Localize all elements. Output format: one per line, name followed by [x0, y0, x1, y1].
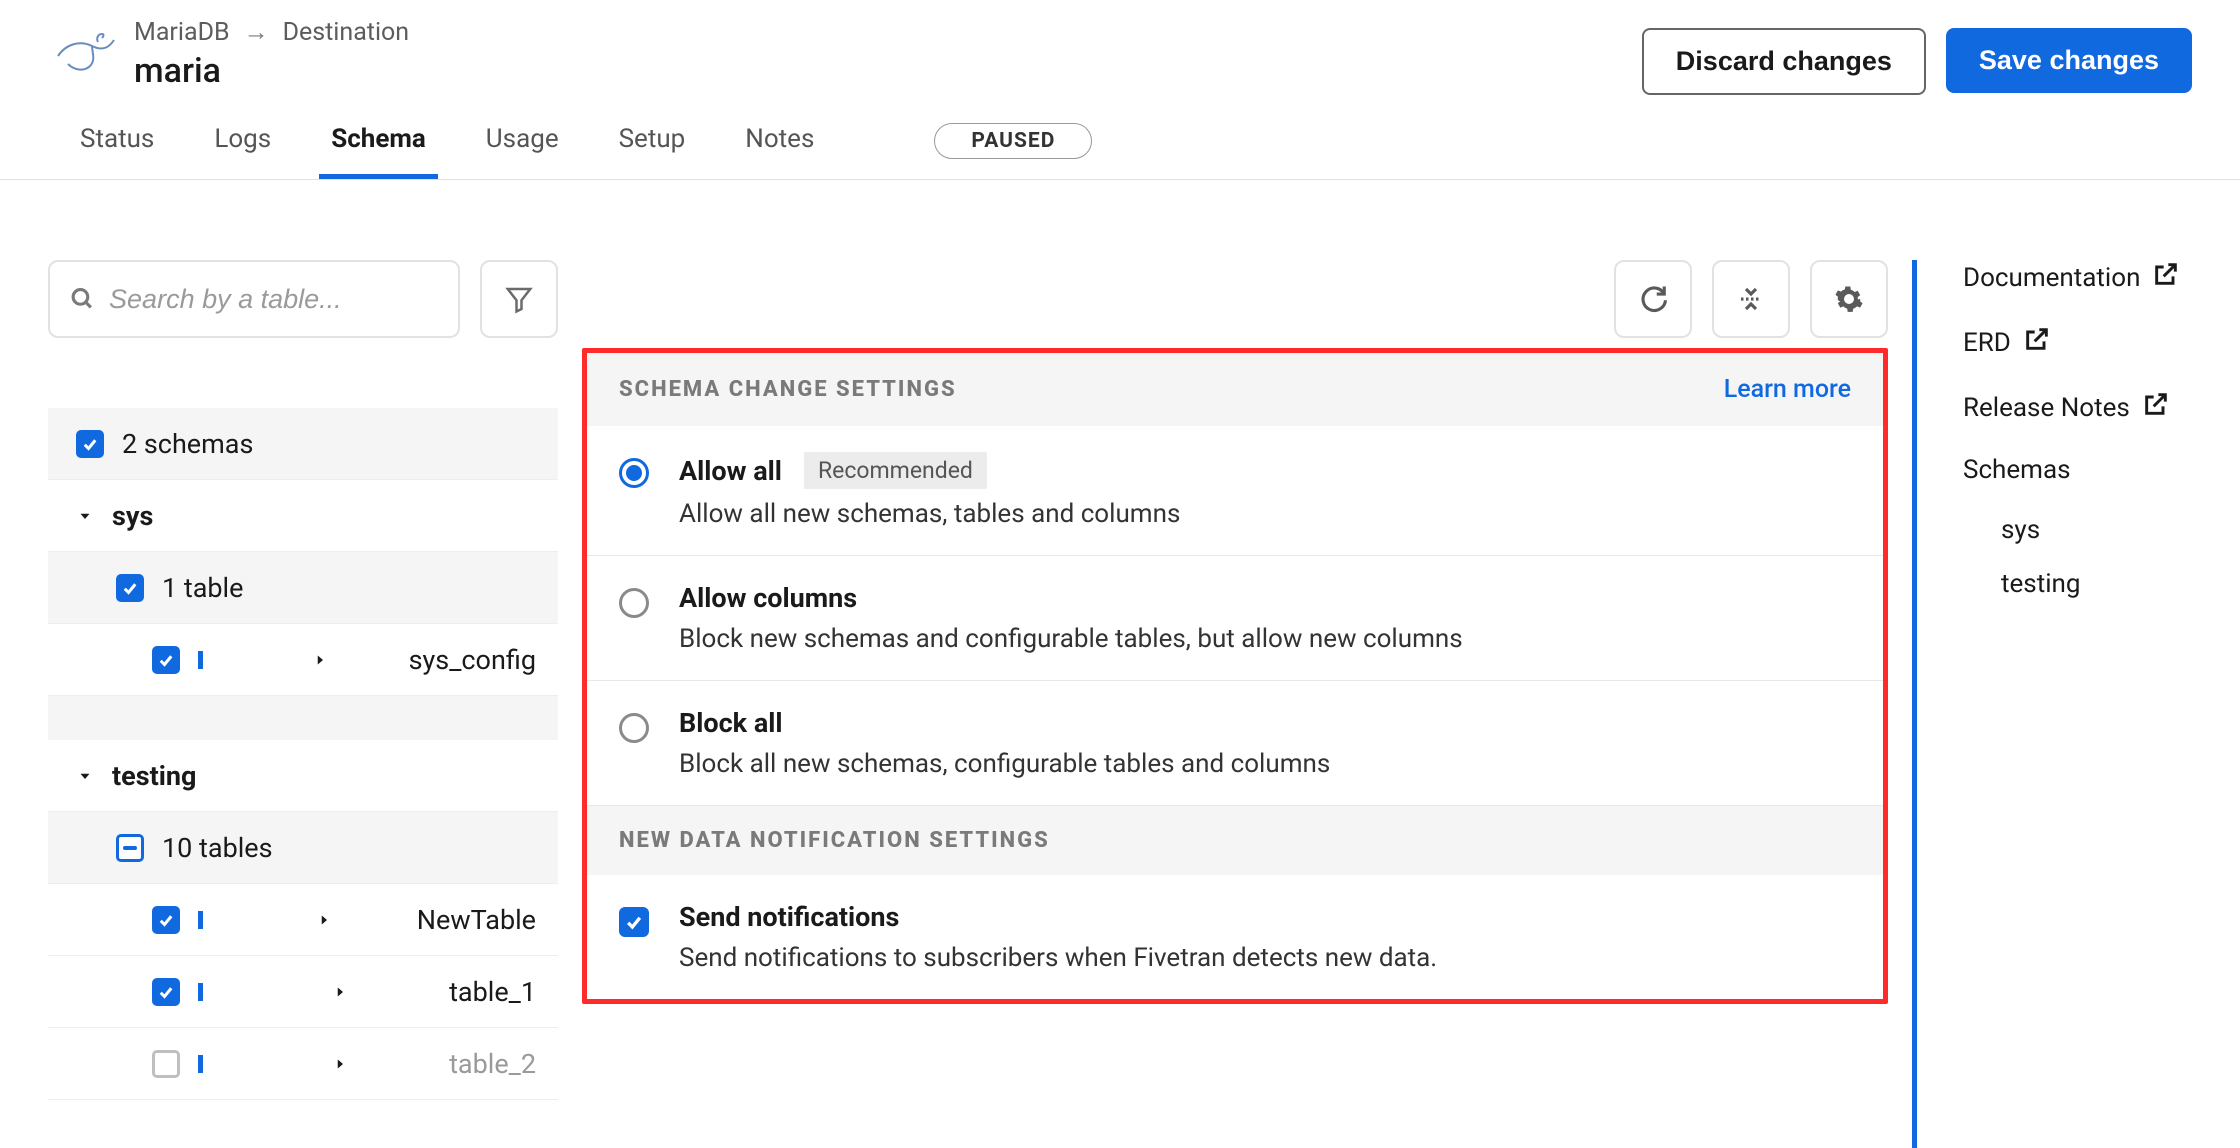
- table-row[interactable]: NewTable: [48, 884, 558, 956]
- option-allow-all[interactable]: Allow all Recommended Allow all new sche…: [587, 426, 1883, 556]
- checkbox-indeterminate-icon[interactable]: [116, 834, 144, 862]
- radio-icon[interactable]: [619, 458, 649, 488]
- tab-schema[interactable]: Schema: [331, 124, 426, 178]
- schema-name: sys: [112, 500, 153, 532]
- table-name: table_2: [449, 1048, 536, 1080]
- save-button[interactable]: Save changes: [1946, 28, 2192, 93]
- schema-row-sys[interactable]: sys: [48, 480, 558, 552]
- external-link-icon: [2152, 260, 2180, 295]
- table-count: 10 tables: [162, 832, 273, 864]
- learn-more-link[interactable]: Learn more: [1724, 375, 1851, 404]
- schema-link-testing[interactable]: testing: [2001, 569, 2192, 599]
- refresh-button[interactable]: [1614, 260, 1692, 338]
- tab-notes[interactable]: Notes: [745, 124, 814, 178]
- table-summary-sys[interactable]: 1 table: [48, 552, 558, 624]
- table-name: table_1: [449, 976, 536, 1008]
- breadcrumb-connector[interactable]: MariaDB: [134, 18, 230, 47]
- settings-panel: SCHEMA CHANGE SETTINGS Learn more Allow …: [582, 348, 1888, 1004]
- option-title: Block all: [679, 707, 783, 739]
- table-name: sys_config: [409, 644, 536, 676]
- right-sidebar: Documentation ERD Release Notes Schemas …: [1912, 260, 2192, 1148]
- gear-icon: [1834, 284, 1864, 314]
- schema-link-sys[interactable]: sys: [2001, 515, 2192, 545]
- caret-right-icon: [198, 911, 399, 929]
- tab-status[interactable]: Status: [80, 124, 154, 178]
- notification-option-title: Send notifications: [679, 901, 1437, 933]
- center-column: SCHEMA CHANGE SETTINGS Learn more Allow …: [582, 260, 1888, 1148]
- notification-option-desc: Send notifications to subscribers when F…: [679, 943, 1437, 973]
- link-label: Documentation: [1963, 263, 2140, 293]
- option-send-notifications[interactable]: Send notifications Send notifications to…: [587, 875, 1883, 999]
- notification-title: NEW DATA NOTIFICATION SETTINGS: [619, 828, 1050, 853]
- schemas-summary-row[interactable]: 2 schemas: [48, 408, 558, 480]
- caret-right-icon: [198, 1055, 431, 1073]
- checkbox-icon[interactable]: [619, 907, 649, 937]
- schema-row-testing[interactable]: testing: [48, 740, 558, 812]
- checkbox-icon[interactable]: [152, 978, 180, 1006]
- caret-down-icon: [76, 767, 94, 785]
- option-desc: Block all new schemas, configurable tabl…: [679, 749, 1330, 779]
- schemas-label: Schemas: [1963, 455, 2192, 485]
- schema-name: testing: [112, 760, 196, 792]
- tab-setup[interactable]: Setup: [619, 124, 686, 178]
- arrow-right-icon: →: [244, 18, 269, 47]
- caret-right-icon: [198, 983, 431, 1001]
- status-pill: PAUSED: [934, 123, 1092, 159]
- breadcrumb: MariaDB → Destination: [134, 18, 409, 47]
- header: MariaDB → Destination maria Discard chan…: [0, 0, 2240, 95]
- schema-tree-column: 2 schemas sys 1 table sys_config testing: [48, 260, 558, 1148]
- option-desc: Allow all new schemas, tables and column…: [679, 499, 1180, 529]
- tab-usage[interactable]: Usage: [486, 124, 559, 178]
- external-link-icon: [2142, 390, 2170, 425]
- breadcrumb-destination[interactable]: Destination: [283, 18, 410, 47]
- erd-link[interactable]: ERD: [1963, 325, 2192, 360]
- collapse-button[interactable]: [1712, 260, 1790, 338]
- checkbox-icon[interactable]: [152, 906, 180, 934]
- search-icon: [70, 285, 95, 313]
- caret-down-icon: [76, 507, 94, 525]
- external-link-icon: [2023, 325, 2051, 360]
- schema-change-header: SCHEMA CHANGE SETTINGS Learn more: [587, 353, 1883, 426]
- collapse-icon: [1736, 284, 1766, 314]
- release-notes-link[interactable]: Release Notes: [1963, 390, 2192, 425]
- checkbox-icon[interactable]: [116, 574, 144, 602]
- link-label: ERD: [1963, 328, 2011, 358]
- schemas-summary: 2 schemas: [122, 428, 253, 460]
- table-count: 1 table: [162, 572, 243, 604]
- spacer: [48, 696, 558, 740]
- tabs: Status Logs Schema Usage Setup Notes PAU…: [0, 95, 2240, 180]
- page-title: maria: [134, 51, 409, 91]
- table-row[interactable]: table_2: [48, 1028, 558, 1100]
- checkbox-icon[interactable]: [76, 430, 104, 458]
- checkbox-icon[interactable]: [152, 1050, 180, 1078]
- option-title: Allow all: [679, 455, 782, 487]
- tab-logs[interactable]: Logs: [214, 124, 271, 178]
- link-label: Release Notes: [1963, 393, 2130, 423]
- notification-header: NEW DATA NOTIFICATION SETTINGS: [587, 806, 1883, 875]
- documentation-link[interactable]: Documentation: [1963, 260, 2192, 295]
- filter-button[interactable]: [480, 260, 558, 338]
- table-row[interactable]: table_1: [48, 956, 558, 1028]
- refresh-icon: [1638, 284, 1668, 314]
- filter-icon: [504, 284, 534, 314]
- table-summary-testing[interactable]: 10 tables: [48, 812, 558, 884]
- caret-right-icon: [198, 651, 391, 669]
- radio-icon[interactable]: [619, 713, 649, 743]
- option-allow-columns[interactable]: Allow columns Block new schemas and conf…: [587, 556, 1883, 681]
- settings-button[interactable]: [1810, 260, 1888, 338]
- option-desc: Block new schemas and configurable table…: [679, 624, 1463, 654]
- radio-icon[interactable]: [619, 588, 649, 618]
- option-title: Allow columns: [679, 582, 857, 614]
- recommended-badge: Recommended: [804, 452, 987, 489]
- table-row[interactable]: sys_config: [48, 624, 558, 696]
- search-input[interactable]: [109, 284, 438, 315]
- table-name: NewTable: [417, 904, 536, 936]
- checkbox-icon[interactable]: [152, 646, 180, 674]
- connector-logo-icon: [48, 22, 120, 78]
- schema-change-title: SCHEMA CHANGE SETTINGS: [619, 377, 957, 402]
- search-box[interactable]: [48, 260, 460, 338]
- option-block-all[interactable]: Block all Block all new schemas, configu…: [587, 681, 1883, 806]
- discard-button[interactable]: Discard changes: [1642, 28, 1926, 95]
